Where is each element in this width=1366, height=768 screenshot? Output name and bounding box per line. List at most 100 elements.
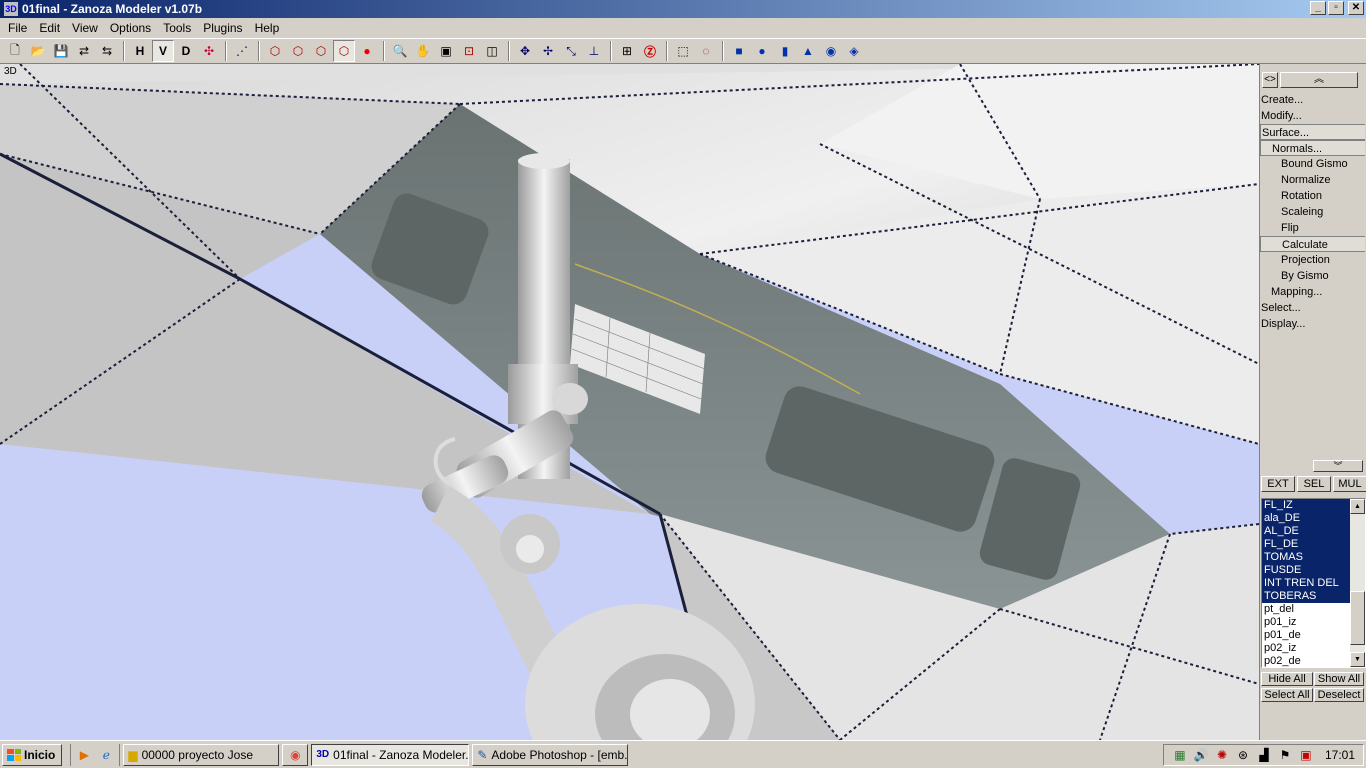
tree-item-bound-gismo[interactable]: Bound Gismo xyxy=(1260,156,1365,172)
view-v-button[interactable]: V xyxy=(152,40,174,62)
scroll-up-arrow-icon[interactable]: ▲ xyxy=(1350,499,1365,514)
list-item[interactable]: p02_de xyxy=(1262,655,1350,667)
media-player-icon[interactable]: ▶ xyxy=(75,746,93,764)
close-button[interactable]: ✕ xyxy=(1348,1,1364,15)
create-special-icon[interactable]: ◈ xyxy=(843,40,865,62)
list-item[interactable]: p02_iz xyxy=(1262,642,1350,655)
gizmo-icon[interactable]: ✣ xyxy=(198,40,220,62)
tree-item-calculate[interactable]: Calculate xyxy=(1260,236,1365,252)
tree-item-by-gismo[interactable]: By Gismo xyxy=(1260,268,1365,284)
camera-icon[interactable]: ◫ xyxy=(481,40,503,62)
save-icon[interactable]: 💾 xyxy=(50,40,72,62)
mode-mul-button[interactable]: MUL xyxy=(1333,476,1366,492)
mode-ext-button[interactable]: EXT xyxy=(1261,476,1295,492)
menu-tools[interactable]: Tools xyxy=(157,21,197,35)
render-sphere-icon[interactable]: ● xyxy=(356,40,378,62)
task-button-photoshop[interactable]: ✎ Adobe Photoshop - [emb... xyxy=(472,743,629,766)
list-item[interactable]: FL_IZ xyxy=(1262,499,1350,512)
menu-plugins[interactable]: Plugins xyxy=(197,21,248,35)
object-list[interactable]: FL_IZ ala_DE AL_DE FL_DE TOMAS FUSDE INT… xyxy=(1261,498,1366,668)
scrollbar-thumb[interactable] xyxy=(1350,591,1365,645)
box-icon[interactable]: ▣ xyxy=(435,40,457,62)
list-item[interactable]: pt_del xyxy=(1262,603,1350,616)
tree-item-select[interactable]: Select... xyxy=(1260,300,1365,316)
list-item[interactable]: ala_DE xyxy=(1262,512,1350,525)
wireframe-cube-icon[interactable]: ⬡ xyxy=(264,40,286,62)
import-icon[interactable]: ⇄ xyxy=(73,40,95,62)
volume-icon[interactable]: 🔊 xyxy=(1193,747,1209,763)
sync-icon[interactable]: ⊛ xyxy=(1235,747,1251,763)
flat-cube-icon[interactable]: ⬡ xyxy=(287,40,309,62)
tree-item-rotation[interactable]: Rotation xyxy=(1260,188,1365,204)
chrome-task-button[interactable]: ◉ xyxy=(282,743,309,766)
list-item[interactable]: FL_DE xyxy=(1262,538,1350,551)
scale-icon[interactable]: ⤡ xyxy=(560,40,582,62)
clock[interactable]: 17:01 xyxy=(1325,748,1355,762)
maximize-button[interactable]: ▫ xyxy=(1328,1,1344,15)
tree-item-display[interactable]: Display... xyxy=(1260,316,1365,332)
view-h-button[interactable]: H xyxy=(129,40,151,62)
tree-item-mapping[interactable]: Mapping... xyxy=(1260,284,1365,300)
list-item[interactable]: INT TREN DEL xyxy=(1262,577,1350,590)
tree-item-modify[interactable]: Modify... xyxy=(1260,108,1365,124)
tree-item-projection[interactable]: Projection xyxy=(1260,252,1365,268)
create-sphere-icon[interactable]: ● xyxy=(751,40,773,62)
create-cylinder-icon[interactable]: ▮ xyxy=(774,40,796,62)
list-item[interactable]: TOMAS xyxy=(1262,551,1350,564)
shaded-cube-icon[interactable]: ⬡ xyxy=(310,40,332,62)
tree-item-flip[interactable]: Flip xyxy=(1260,220,1365,236)
menu-edit[interactable]: Edit xyxy=(33,21,66,35)
signal-icon[interactable]: ▟ xyxy=(1256,747,1272,763)
rotate-icon[interactable]: ✢ xyxy=(537,40,559,62)
menu-view[interactable]: View xyxy=(66,21,104,35)
panel-toggle-button[interactable]: <> xyxy=(1262,72,1278,88)
move-icon[interactable]: ✥ xyxy=(514,40,536,62)
internet-explorer-icon[interactable]: ℯ xyxy=(97,746,115,764)
zoom-icon[interactable]: 🔍 xyxy=(389,40,411,62)
start-button[interactable]: Inicio xyxy=(2,743,63,766)
zanoza-z-icon[interactable]: Ⓩ xyxy=(639,40,661,62)
tree-item-scaleing[interactable]: Scaleing xyxy=(1260,204,1365,220)
scroll-down-arrow-icon[interactable]: ▼ xyxy=(1350,652,1365,667)
create-torus-icon[interactable]: ◉ xyxy=(820,40,842,62)
create-cone-icon[interactable]: ▲ xyxy=(797,40,819,62)
network-app-icon[interactable]: ▦ xyxy=(1172,747,1188,763)
antivirus-icon[interactable]: ▣ xyxy=(1298,747,1314,763)
open-folder-icon[interactable]: 📂 xyxy=(27,40,49,62)
scroll-up-button[interactable]: ︽ xyxy=(1280,72,1358,88)
list-item[interactable]: TOBERAS xyxy=(1262,590,1350,603)
list-item[interactable]: FUSDE xyxy=(1262,564,1350,577)
task-button-zanoza[interactable]: 3D 01final - Zanoza Modeler... xyxy=(311,743,470,766)
select-all-button[interactable]: Select All xyxy=(1261,688,1313,702)
menu-file[interactable]: File xyxy=(2,21,33,35)
tree-item-surface[interactable]: Surface... xyxy=(1260,124,1365,140)
show-all-button[interactable]: Show All xyxy=(1314,672,1364,686)
zoom-region-icon[interactable]: ⊡ xyxy=(458,40,480,62)
mode-sel-button[interactable]: SEL xyxy=(1297,476,1331,492)
flag-notification-icon[interactable]: ⚑ xyxy=(1277,747,1293,763)
select-circle-icon[interactable]: ◌ xyxy=(695,40,717,62)
object-list-scrollbar[interactable]: ▲ ▼ xyxy=(1350,499,1365,667)
scroll-down-button[interactable]: ︾ xyxy=(1313,460,1363,472)
tree-item-create[interactable]: Create... xyxy=(1260,92,1365,108)
minimize-button[interactable]: _ xyxy=(1310,1,1326,15)
list-item[interactable]: p01_de xyxy=(1262,629,1350,642)
grid-icon[interactable]: ⊞ xyxy=(616,40,638,62)
vertex-icon[interactable]: ⋰ xyxy=(231,40,253,62)
deselect-button[interactable]: Deselect xyxy=(1314,688,1364,702)
export-icon[interactable]: ⇆ xyxy=(96,40,118,62)
create-box-icon[interactable]: ■ xyxy=(728,40,750,62)
task-button-folder[interactable]: ▆ 00000 proyecto Jose xyxy=(123,743,280,766)
tree-item-normals[interactable]: Normals... xyxy=(1260,140,1365,156)
view-d-button[interactable]: D xyxy=(175,40,197,62)
list-item[interactable]: AL_DE xyxy=(1262,525,1350,538)
security-icon[interactable]: ✺ xyxy=(1214,747,1230,763)
select-rect-icon[interactable]: ⬚ xyxy=(672,40,694,62)
axis-icon[interactable]: ⊥ xyxy=(583,40,605,62)
new-file-icon[interactable]: 🗋 xyxy=(4,40,26,62)
menu-options[interactable]: Options xyxy=(104,21,157,35)
list-item[interactable]: p01_iz xyxy=(1262,616,1350,629)
hide-all-button[interactable]: Hide All xyxy=(1261,672,1313,686)
textured-cube-icon[interactable]: ⬡ xyxy=(333,40,355,62)
tree-item-normalize[interactable]: Normalize xyxy=(1260,172,1365,188)
